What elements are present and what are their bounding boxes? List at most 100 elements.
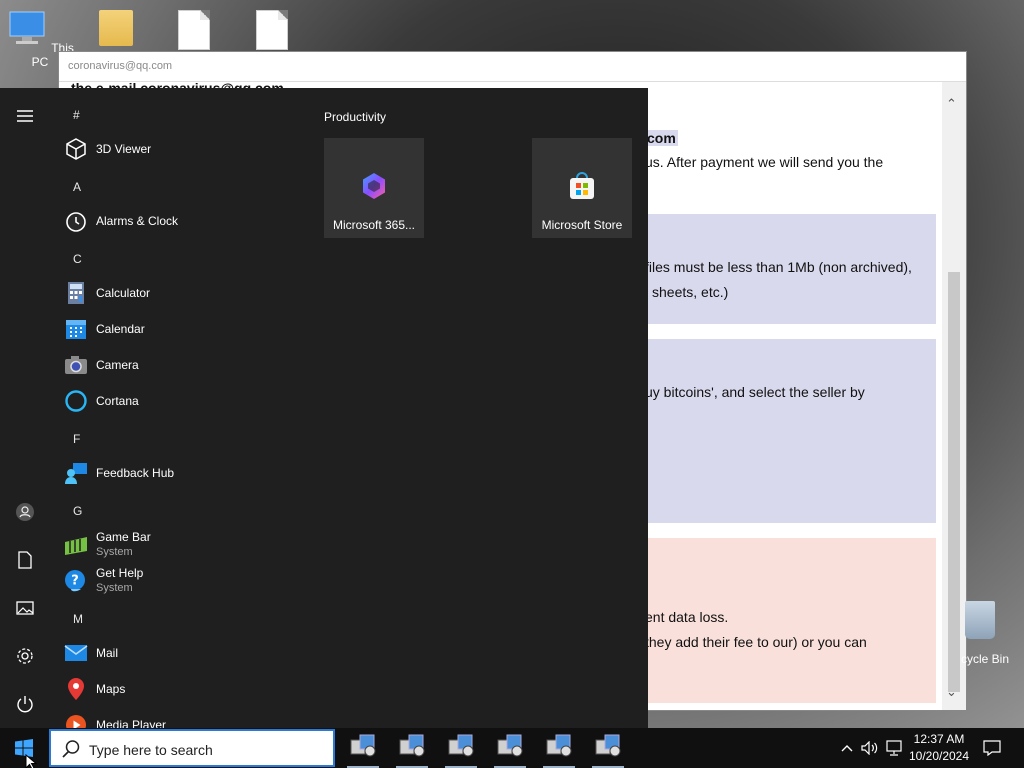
get-help-icon: ? xyxy=(65,570,85,592)
scroll-up-icon[interactable]: ⌃ xyxy=(946,96,957,112)
cortana-icon xyxy=(65,390,87,412)
ransomware-app-icon xyxy=(497,734,523,757)
taskbar-app-button[interactable] xyxy=(588,728,628,768)
taskbar-search-box[interactable]: Type here to search xyxy=(49,729,335,767)
ransomware-app-icon xyxy=(448,734,474,757)
taskbar-app-button[interactable] xyxy=(539,728,579,768)
app-name: Cortana xyxy=(96,394,139,408)
start-rail xyxy=(0,88,48,728)
show-hidden-icons-chevron-up-icon[interactable] xyxy=(837,728,857,768)
section-letter[interactable]: A xyxy=(73,180,81,194)
note-text-line: they add their fee to our) or you can xyxy=(645,634,867,650)
note-text-line: files must be less than 1Mb (non archive… xyxy=(645,259,912,275)
this-pc-icon xyxy=(9,11,45,44)
taskbar-app-button[interactable] xyxy=(392,728,432,768)
app-cortana[interactable]: Cortana xyxy=(62,385,294,417)
search-icon xyxy=(62,740,80,758)
hamburger-icon[interactable] xyxy=(12,103,38,129)
document-icon xyxy=(178,10,210,50)
scroll-down-icon[interactable]: ⌄ xyxy=(946,684,957,700)
pictures-icon[interactable] xyxy=(12,595,38,621)
mouse-cursor-icon xyxy=(25,754,38,768)
taskbar-app-button[interactable] xyxy=(441,728,481,768)
app-calendar[interactable]: Calendar xyxy=(62,313,294,345)
start-menu: # 3D Viewer A Alarms & Clock C Calculato… xyxy=(0,88,648,728)
app-alarms-clock[interactable]: Alarms & Clock xyxy=(62,205,294,237)
app-name: Game Bar xyxy=(96,530,151,544)
settings-gear-icon[interactable] xyxy=(12,643,38,669)
user-avatar-icon[interactable] xyxy=(12,499,38,525)
app-name: Alarms & Clock xyxy=(96,214,179,228)
section-letter[interactable]: G xyxy=(73,504,82,518)
clock-time: 12:37 AM xyxy=(913,732,965,746)
ransomware-app-icon xyxy=(350,734,376,757)
app-media-player[interactable]: Media Player xyxy=(62,709,294,728)
recycle-bin-icon xyxy=(965,601,995,639)
app-name: Feedback Hub xyxy=(96,466,175,480)
notifications-icon[interactable] xyxy=(979,728,1005,768)
folder-icon xyxy=(99,10,133,46)
tile-microsoft-365[interactable]: Microsoft 365... xyxy=(324,138,424,238)
taskbar-clock[interactable]: 12:37 AM 10/20/2024 xyxy=(903,731,975,765)
tile-label: Microsoft Store xyxy=(541,218,623,232)
start-app-list[interactable]: # 3D Viewer A Alarms & Clock C Calculato… xyxy=(48,88,300,728)
app-name: Calculator xyxy=(96,286,151,300)
app-maps[interactable]: Maps xyxy=(62,673,294,705)
section-letter[interactable]: M xyxy=(73,612,83,626)
desktop-icon-document[interactable] xyxy=(236,10,308,50)
desktop-icon-folder[interactable] xyxy=(80,10,152,46)
note-text-line: ent data loss. xyxy=(645,609,729,625)
svg-text:?: ? xyxy=(71,574,79,589)
media-player-icon xyxy=(66,715,86,728)
volume-icon[interactable] xyxy=(859,728,881,768)
app-3d-viewer[interactable]: 3D Viewer xyxy=(62,133,294,165)
section-letter[interactable]: # xyxy=(73,108,80,122)
power-icon[interactable] xyxy=(12,691,38,717)
microsoft-365-icon xyxy=(363,173,385,199)
documents-icon[interactable] xyxy=(12,547,38,573)
alarm-clock-icon xyxy=(66,212,86,232)
game-bar-icon xyxy=(65,537,87,555)
app-subtitle: System xyxy=(96,546,133,558)
mail-icon xyxy=(64,645,88,661)
note-text-line: uy bitcoins', and select the seller by xyxy=(645,384,865,400)
note-window-title: coronavirus@qq.com xyxy=(59,52,966,82)
app-name: Media Player xyxy=(96,718,167,728)
app-camera[interactable]: Camera xyxy=(62,349,294,381)
microsoft-store-icon xyxy=(570,172,594,199)
desktop-icon-recycle-bin[interactable]: cycle Bin xyxy=(955,601,1024,671)
app-name: Mail xyxy=(96,646,119,660)
taskbar-app-button[interactable] xyxy=(343,728,383,768)
app-name: Maps xyxy=(96,682,126,696)
app-name: Camera xyxy=(96,358,139,372)
section-letter[interactable]: F xyxy=(73,432,80,446)
app-get-help[interactable]: ? Get Help System xyxy=(62,565,294,597)
ransomware-app-icon xyxy=(595,734,621,757)
app-calculator[interactable]: Calculator xyxy=(62,277,294,309)
app-subtitle: System xyxy=(96,582,133,594)
note-text-line: l sheets, etc.) xyxy=(645,284,729,300)
app-game-bar[interactable]: Game Bar System xyxy=(62,529,294,561)
ransomware-app-icon xyxy=(546,734,572,757)
network-icon[interactable] xyxy=(883,728,905,768)
taskbar-app-button[interactable] xyxy=(490,728,530,768)
app-mail[interactable]: Mail xyxy=(62,637,294,669)
taskbar: Type here to search 12:37 AM 10/20/2024 xyxy=(0,728,1024,768)
document-icon xyxy=(256,10,288,50)
app-name: Get Help xyxy=(96,566,144,580)
section-letter[interactable]: C xyxy=(73,252,82,266)
app-feedback-hub[interactable]: Feedback Hub xyxy=(62,457,294,489)
start-button[interactable] xyxy=(0,728,48,768)
feedback-hub-icon xyxy=(65,463,87,484)
desktop-icon-document[interactable] xyxy=(158,10,230,50)
desktop-icon-label: cycle Bin xyxy=(961,652,1010,666)
tile-microsoft-store[interactable]: Microsoft Store xyxy=(532,138,632,238)
camera-icon xyxy=(65,356,87,374)
tile-label: Microsoft 365... xyxy=(332,218,416,232)
3d-viewer-icon xyxy=(66,138,86,160)
app-name: 3D Viewer xyxy=(96,142,152,156)
clock-date: 10/20/2024 xyxy=(908,749,970,763)
tile-group-title: Productivity xyxy=(324,110,387,124)
calculator-icon xyxy=(68,282,84,304)
app-name: Calendar xyxy=(96,322,145,336)
